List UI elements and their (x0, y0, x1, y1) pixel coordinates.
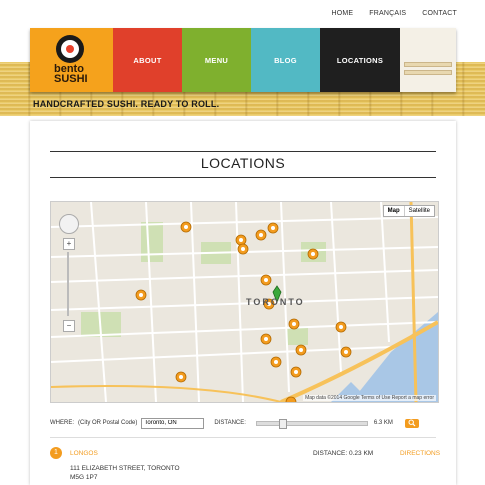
zoom-in-button[interactable]: + (63, 238, 75, 250)
locations-map[interactable]: TORONTO Map Satellite + − Map data ©2014… (50, 201, 439, 403)
top-nav: HOME FRANÇAIS CONTACT (331, 10, 457, 17)
distance-value: 6.3 KM (373, 420, 393, 426)
page-title: LOCATIONS (200, 155, 286, 171)
search-button[interactable] (404, 418, 419, 428)
result-distance: DISTANCE: 0.23 KM (313, 450, 374, 457)
distance-label: DISTANCE: (214, 420, 246, 426)
site-header: bento SUSHI ABOUT MENU BLOG LOCATIONS (30, 28, 456, 92)
chopsticks-icon (400, 28, 456, 92)
content-panel: LOCATIONS TORONTO Map Satellite + − Map … (30, 121, 456, 485)
map-zoom-control: + − (59, 214, 79, 332)
top-nav-contact[interactable]: CONTACT (422, 10, 457, 17)
map-pan-control[interactable] (59, 214, 79, 234)
result-address: 111 ELIZABETH STREET, TORONTO M5G 1P7 (70, 465, 180, 481)
distance-slider[interactable] (255, 418, 368, 429)
where-hint: (City OR Postal Code) (78, 420, 138, 426)
nav-locations[interactable]: LOCATIONS (320, 28, 400, 92)
result-number-badge: 1 (50, 447, 62, 459)
map-type-satellite-button[interactable]: Satellite (405, 206, 434, 216)
tagline: HANDCRAFTED SUSHI. READY TO ROLL. (33, 99, 220, 109)
nav-menu[interactable]: MENU (182, 28, 251, 92)
top-nav-francais[interactable]: FRANÇAIS (369, 10, 406, 17)
title-rule-top (50, 151, 436, 152)
zoom-out-button[interactable]: − (63, 320, 75, 332)
where-label: WHERE: (50, 420, 74, 426)
top-nav-home[interactable]: HOME (331, 10, 353, 17)
sushi-roll-icon (56, 35, 84, 63)
logo-text: bento SUSHI (54, 63, 88, 85)
distance-slider-handle[interactable] (278, 418, 287, 429)
where-input[interactable] (141, 417, 205, 429)
zoom-slider[interactable] (67, 252, 69, 316)
result-name-link[interactable]: LONGOS (70, 450, 98, 457)
results-divider (50, 437, 436, 438)
directions-link[interactable]: DIRECTIONS (400, 450, 440, 457)
map-type-toggle: Map Satellite (382, 205, 435, 217)
nav-about[interactable]: ABOUT (113, 28, 182, 92)
location-search-bar: WHERE: (City OR Postal Code) DISTANCE: 6… (50, 417, 437, 429)
bento-sushi-logo[interactable]: bento SUSHI (30, 28, 113, 92)
map-canvas[interactable] (51, 202, 438, 402)
map-attribution[interactable]: Map data ©2014 Google Terms of Use Repor… (303, 395, 436, 401)
search-icon (408, 419, 416, 427)
nav-blog[interactable]: BLOG (251, 28, 320, 92)
map-type-map-button[interactable]: Map (384, 206, 405, 216)
title-rule-bottom (50, 177, 436, 178)
map-city-label: TORONTO (246, 297, 305, 307)
